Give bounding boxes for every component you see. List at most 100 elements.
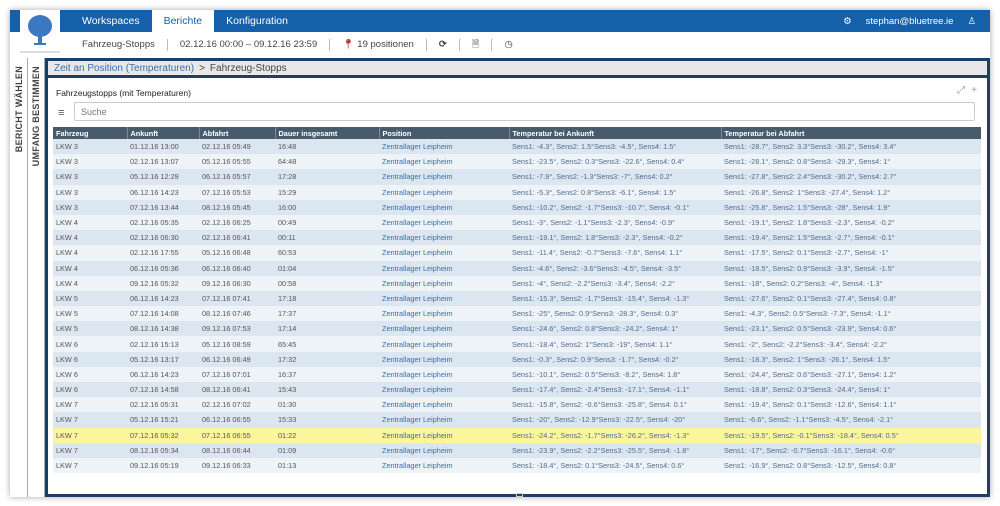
cell-temp-departure: Sens1: -26.8°, Sens2: 1°Sens3: -27.4°, S…	[721, 184, 981, 200]
cell-position: Zentrallager Leipheim	[379, 457, 509, 474]
cell-temp-departure: Sens1: -18.8°, Sens2: 0.3°Sens3: -24.4°,…	[721, 382, 981, 398]
clock-icon: ◷	[504, 38, 513, 50]
table-row[interactable]: LKW 4 02.12.16 06:30 02.12.16 06:41 00:11 Ze…	[53, 230, 981, 246]
logo[interactable]	[20, 10, 60, 53]
tab-konfiguration[interactable]: Konfiguration	[214, 10, 300, 32]
cell-arrival: 07.12.16 14:08	[127, 306, 199, 322]
column-header[interactable]: Ankunft	[126, 127, 199, 139]
cell-arrival: 07.12.16 05:32	[127, 427, 199, 443]
cell-arrival: 06.12.16 14:23	[127, 184, 199, 200]
cell-duration: 65:45	[275, 336, 379, 352]
column-header[interactable]: Position	[378, 127, 509, 139]
breadcrumb-parent[interactable]: Zeit an Position (Temperaturen)	[54, 63, 194, 74]
cell-temp-departure: Sens1: -19.1°, Sens2: 1.8°Sens3: -2.3°, …	[721, 214, 981, 231]
panel-actions: ⤢ +	[957, 85, 977, 96]
column-header[interactable]: Temperatur bei Abfahrt	[720, 127, 981, 139]
cell-departure: 07.12.16 07:01	[199, 366, 275, 382]
table-row[interactable]: LKW 5 07.12.16 14:08 08.12.16 07:46 17:37 Ze…	[53, 306, 981, 322]
table-row[interactable]: LKW 5 06.12.16 14:23 07.12.16 07:41 17:18 Ze…	[53, 290, 981, 307]
expand-icon[interactable]: ⤢	[957, 85, 965, 96]
table-row[interactable]: LKW 3 06.12.16 14:23 07.12.16 05:53 15:29 Ze…	[53, 184, 981, 200]
cell-duration: 00:58	[275, 275, 379, 291]
cell-temp-departure: Sens1: -19.5°, Sens2: -0.1°Sens3: -18.4°…	[721, 427, 981, 443]
stops-table: Fahrzeug Ankunft Abfahrt Dauer insgesamt Pos…	[53, 127, 981, 474]
cell-vehicle: LKW 7	[53, 412, 127, 428]
column-header[interactable]: Fahrzeug	[53, 127, 127, 139]
column-menu-icon[interactable]: ≡	[58, 107, 64, 119]
resize-handle[interactable]	[516, 493, 523, 497]
table-row[interactable]: LKW 3 05.12.16 12:29 06.12.16 05:57 17:28 Ze…	[53, 169, 981, 185]
cell-vehicle: LKW 4	[53, 230, 127, 246]
cell-departure: 07.12.16 07:41	[199, 290, 275, 307]
table-row[interactable]: LKW 7 02.12.16 05:31 02.12.16 07:02 01:30 Ze…	[53, 397, 981, 413]
table-row[interactable]: LKW 4 02.12.16 05:35 02.12.16 06:25 00:49 Ze…	[53, 214, 981, 231]
table-row[interactable]: LKW 6 02.12.16 15:13 05.12.16 08:59 65:45 Ze…	[53, 336, 981, 352]
table-row[interactable]: LKW 3 01.12.16 13:00 02.12.16 05:49 16:48 Ze…	[53, 139, 981, 155]
table-row[interactable]: LKW 4 02.12.16 17:55 05.12.16 06:48 60:53 Ze…	[53, 245, 981, 261]
cell-duration: 17:14	[275, 321, 379, 337]
cell-duration: 17:18	[275, 290, 379, 307]
table-row[interactable]: LKW 3 07.12.16 13:44 08.12.16 05:45 16:00 Ze…	[53, 199, 981, 215]
settings-gears-icon[interactable]: ⚙	[843, 16, 852, 27]
report-panel: Zeit an Position (Temperaturen) > Fahrze…	[45, 58, 990, 497]
table-row[interactable]: LKW 7 08.12.16 05:34 08.12.16 06:44 01:09 Ze…	[53, 442, 981, 458]
cell-position: Zentrallager Leipheim	[379, 306, 509, 322]
cell-position: Zentrallager Leipheim	[379, 321, 509, 337]
table-row[interactable]: LKW 4 09.12.16 05:32 09.12.16 06:30 00:58 Ze…	[53, 275, 981, 291]
cell-arrival: 05.12.16 13:17	[127, 351, 199, 367]
cell-position: Zentrallager Leipheim	[379, 199, 509, 215]
cell-temp-arrival: Sens1: -24.2°, Sens2: -1.7°Sens3: -26.2°…	[509, 427, 721, 443]
cell-temp-arrival: Sens1: -15.8°, Sens2: -0.6°Sens3: -25.8°…	[509, 397, 721, 413]
tab-workspaces[interactable]: Workspaces	[70, 10, 152, 32]
refresh-button[interactable]: ⟳	[427, 38, 460, 51]
column-header[interactable]: Abfahrt	[198, 127, 275, 139]
cell-arrival: 07.12.16 14:58	[127, 382, 199, 398]
user-email[interactable]: stephan@bluetree.ie	[866, 16, 954, 27]
cell-arrival: 08.12.16 05:34	[127, 442, 199, 458]
app-window: Workspaces Berichte Konfiguration ⚙ step…	[10, 10, 990, 497]
cell-position: Zentrallager Leipheim	[379, 290, 509, 307]
schedule-button[interactable]: ◷	[492, 39, 524, 51]
cell-vehicle: LKW 5	[53, 306, 127, 322]
cell-arrival: 06.12.16 14:23	[127, 366, 199, 382]
cell-departure: 09.12.16 07:53	[199, 321, 275, 337]
cell-temp-arrival: Sens1: -15.3°, Sens2: -1.7°Sens3: -15.4°…	[509, 290, 721, 307]
column-header[interactable]: Dauer insgesamt	[274, 127, 379, 139]
cell-temp-arrival: Sens1: -4.6°, Sens2: -3.6°Sens3: -4.5°, …	[509, 260, 721, 276]
pdf-export-button[interactable]: 🗎	[460, 38, 493, 51]
cell-duration: 01:13	[275, 457, 379, 474]
date-range[interactable]: 02.12.16 00:00 – 09.12.16 23:59	[168, 38, 331, 51]
table-row[interactable]: LKW 5 08.12.16 14:38 09.12.16 07:53 17:14 Ze…	[53, 321, 981, 337]
breadcrumb-separator: >	[199, 62, 205, 74]
table-row[interactable]: LKW 7 05.12.16 15:21 06.12.16 06:55 15:33 Ze…	[53, 412, 981, 428]
column-header[interactable]: Temperatur bei Ankunft	[508, 127, 721, 139]
table-row[interactable]: LKW 7 09.12.16 05:19 09.12.16 06:33 01:13 Ze…	[53, 457, 981, 474]
cell-temp-departure: Sens1: -18.5°, Sens2: 0.9°Sens3: -3.9°, …	[721, 260, 981, 276]
positions-count[interactable]: 📍︎ 19 positionen	[330, 38, 427, 51]
cell-arrival: 01.12.16 13:00	[127, 139, 199, 155]
search-input[interactable]	[74, 102, 975, 121]
cell-duration: 16:48	[275, 139, 379, 155]
cell-temp-arrival: Sens1: -0.3°, Sens2: 0.9°Sens3: -1.7°, S…	[509, 351, 721, 367]
cell-vehicle: LKW 5	[53, 290, 127, 307]
cell-arrival: 02.12.16 05:31	[127, 397, 199, 413]
table-row[interactable]: LKW 6 07.12.16 14:58 08.12.16 06:41 15:43 Ze…	[53, 382, 981, 398]
cell-temp-departure: Sens1: -17°, Sens2: -0.7°Sens3: -16.1°, …	[721, 442, 981, 458]
cell-vehicle: LKW 4	[53, 275, 127, 291]
cell-temp-arrival: Sens1: -19.1°, Sens2: 1.8°Sens3: -2.3°, …	[509, 230, 721, 246]
table-row[interactable]: LKW 4 06.12.16 05:36 06.12.16 06:40 01:04 Ze…	[53, 260, 981, 276]
user-icon[interactable]: ♙	[967, 16, 976, 27]
sidebar-item-umfang-bestimmen[interactable]: UMFANG BESTIMMEN	[28, 58, 45, 497]
tab-berichte[interactable]: Berichte	[151, 10, 215, 32]
plus-icon[interactable]: +	[971, 85, 977, 96]
cell-departure: 09.12.16 06:30	[199, 275, 275, 291]
cell-duration: 17:28	[275, 169, 379, 185]
sidebar-item-bericht-waehlen[interactable]: BERICHT WÄHLEN	[10, 58, 28, 497]
cell-vehicle: LKW 3	[53, 169, 127, 185]
cell-departure: 02.12.16 07:02	[199, 397, 275, 413]
table-row[interactable]: LKW 6 06.12.16 14:23 07.12.16 07:01 16:37 Ze…	[53, 366, 981, 382]
table-row[interactable]: LKW 6 05.12.16 13:17 06.12.16 06:49 17:32 Ze…	[53, 351, 981, 367]
table-row[interactable]: LKW 3 02.12.16 13:07 05.12.16 05:55 64:48 Ze…	[53, 154, 981, 170]
cell-duration: 17:37	[275, 306, 379, 322]
table-row[interactable]: LKW 7 07.12.16 05:32 07.12.16 06:55 01:22 Ze…	[53, 427, 981, 443]
